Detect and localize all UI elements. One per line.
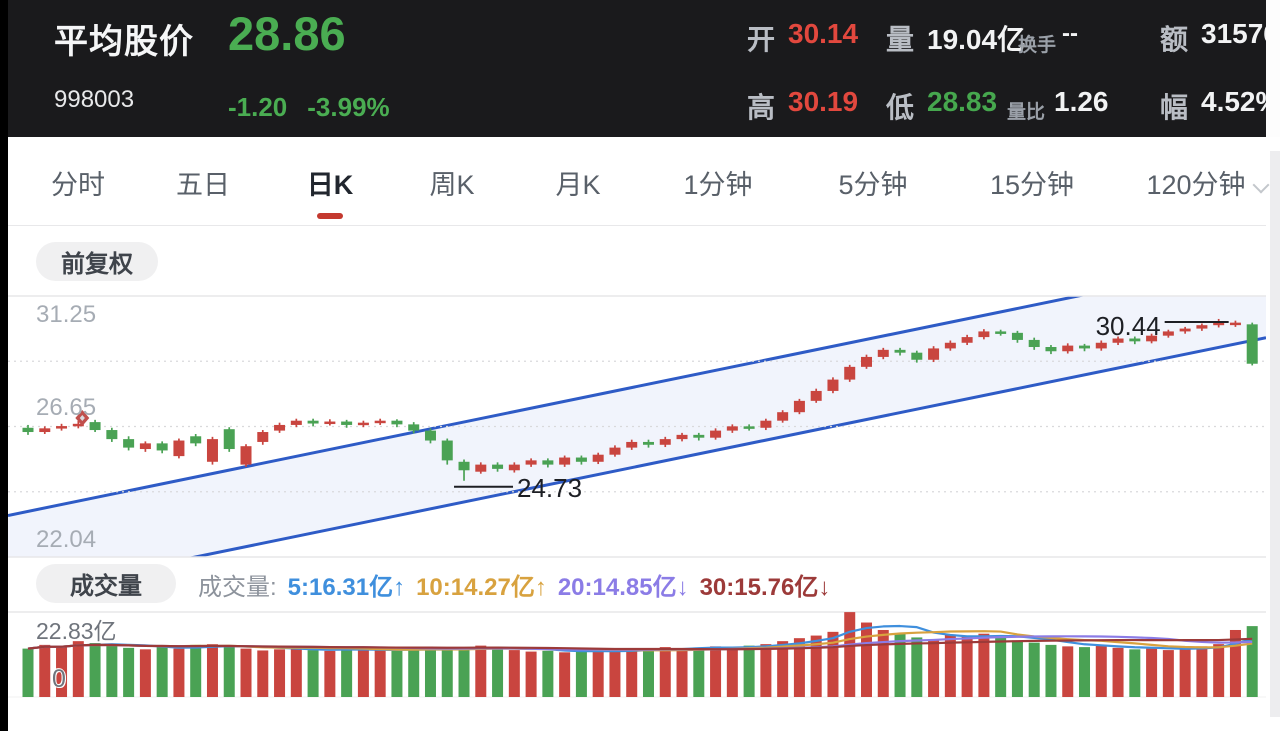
last-price: 28.86 xyxy=(228,7,346,60)
change-percent: -3.99% xyxy=(307,92,390,122)
quote-header: 平均股价 998003 28.86 -1.20 -3.99% 开 30.14 量 … xyxy=(8,0,1266,137)
tab-15min[interactable]: 15分钟 xyxy=(990,163,1074,202)
low-annotation: 24.73 xyxy=(517,473,582,503)
tab-weekly-k[interactable]: 周K xyxy=(429,163,474,202)
candlestick-chart[interactable]: 31.25 26.65 22.04 30.44 24.73 xyxy=(8,290,1266,562)
stock-code: 998003 xyxy=(54,86,135,113)
volume-ma-legend: 成交量: 5:16.31亿↑ 10:14.27亿↑ 20:14.85亿↓ 30:… xyxy=(198,568,831,601)
volume-ma20: 20:14.85亿↓ xyxy=(557,573,689,601)
volume-ma5: 5:16.31亿↑ xyxy=(287,573,406,601)
turnover-value: -- xyxy=(1062,20,1078,47)
volume-ratio-value: 1.26 xyxy=(1054,86,1109,117)
volume-legend-label: 成交量: xyxy=(198,573,277,601)
volume-chart-svg xyxy=(8,611,1266,698)
volume-bars-chart[interactable]: 22.83亿 0 xyxy=(8,605,1266,731)
adjust-mode-button[interactable]: 前复权 xyxy=(36,242,158,281)
amplitude-label: 幅 xyxy=(1160,92,1189,123)
low-label: 低 xyxy=(886,92,915,123)
tab-minute-chart[interactable]: 分时 xyxy=(51,163,105,202)
volume-bars-layer xyxy=(22,612,1258,697)
tab-120min[interactable]: 120分钟 xyxy=(1146,163,1245,202)
amount-value: 31576 xyxy=(1201,18,1266,49)
right-gutter xyxy=(1266,137,1280,731)
change-amount: -1.20 xyxy=(228,92,288,122)
active-tab-underline xyxy=(317,213,343,219)
amplitude-value: 4.52% xyxy=(1201,86,1266,117)
stock-name: 平均股价 xyxy=(54,23,194,61)
volume-ratio-label: 量比 xyxy=(1007,102,1046,123)
right-gutter-top xyxy=(1266,0,1280,137)
stock-app: 平均股价 998003 28.86 -1.20 -3.99% 开 30.14 量 … xyxy=(0,0,1280,731)
volume-value: 19.04亿 xyxy=(927,24,1026,55)
tab-5min[interactable]: 5分钟 xyxy=(838,163,907,202)
tab-five-day[interactable]: 五日 xyxy=(176,163,230,202)
open-label: 开 xyxy=(747,24,776,55)
period-tabbar: 分时 五日 日K 周K 月K 1分钟 5分钟 15分钟 120分钟 xyxy=(8,137,1266,226)
tab-daily-k[interactable]: 日K xyxy=(307,163,354,202)
volume-ma10: 10:14.27亿↑ xyxy=(416,573,547,601)
turnover-label: 换手 xyxy=(1018,35,1057,56)
high-value: 30.19 xyxy=(788,86,859,117)
volume-label: 量 xyxy=(886,24,915,55)
amount-label: 额 xyxy=(1160,24,1189,55)
tab-monthly-k[interactable]: 月K xyxy=(555,163,600,202)
high-annotation: 30.44 xyxy=(1096,311,1161,341)
low-value: 28.83 xyxy=(927,86,998,117)
price-chart-svg: 30.44 24.73 xyxy=(8,295,1266,558)
volume-ma30: 30:15.76亿↓ xyxy=(699,573,831,601)
volume-indicator-button[interactable]: 成交量 xyxy=(36,564,176,603)
high-label: 高 xyxy=(747,92,776,123)
open-value: 30.14 xyxy=(788,18,859,49)
chevron-down-icon[interactable] xyxy=(1254,177,1270,193)
tab-1min[interactable]: 1分钟 xyxy=(683,163,752,202)
left-edge-strip xyxy=(0,0,8,731)
price-change: -1.20 -3.99% xyxy=(228,92,410,123)
